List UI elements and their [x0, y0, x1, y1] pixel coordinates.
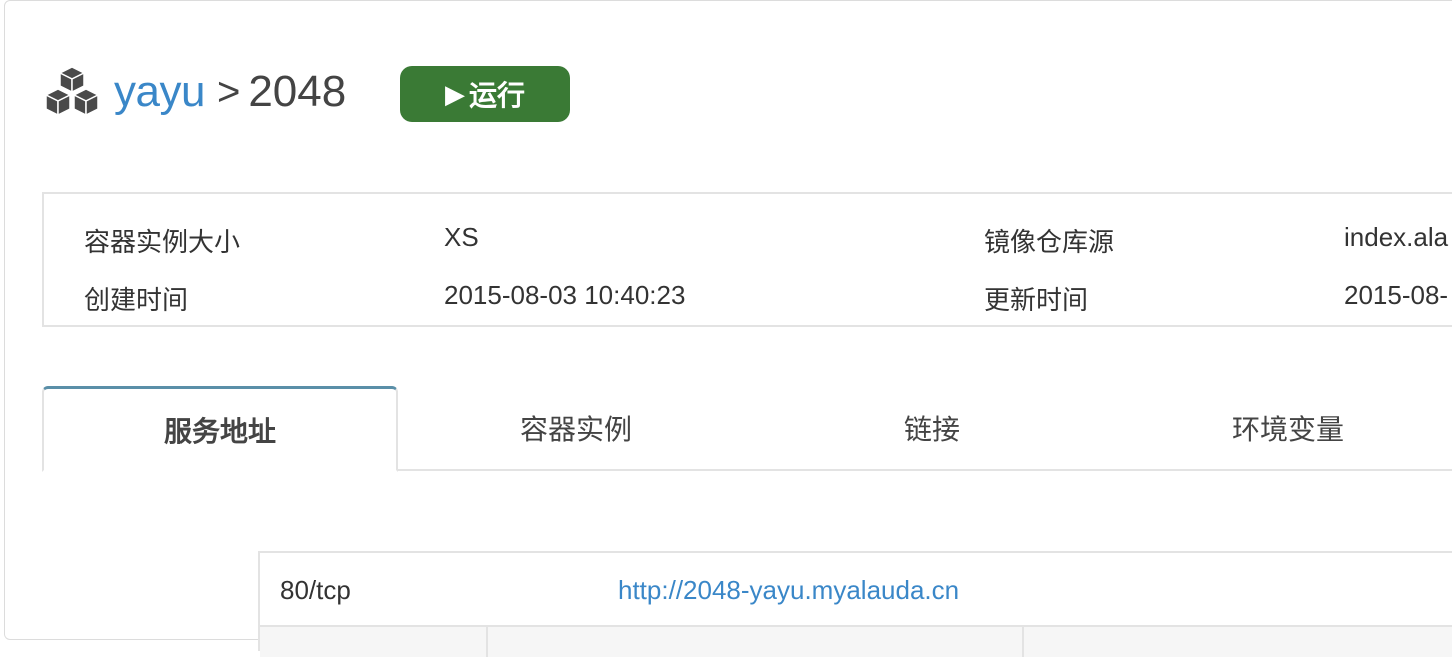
- tab-service-address[interactable]: 服务地址: [42, 386, 398, 472]
- info-value-created-time: 2015-08-03 10:40:23: [444, 280, 686, 310]
- tab-container-instances[interactable]: 容器实例: [398, 386, 754, 470]
- tab-label: 链接: [903, 414, 960, 445]
- endpoints-table: 80/tcp http://2048-yayu.myalauda.cn: [258, 551, 1452, 657]
- info-value-instance-size: XS: [444, 222, 479, 252]
- column-divider: [486, 627, 488, 657]
- column-divider: [1022, 627, 1024, 657]
- info-label-created-time: 创建时间: [84, 285, 189, 315]
- table-row: [260, 627, 1452, 657]
- cubes-icon: [45, 66, 99, 116]
- info-label-instance-size: 容器实例大小: [84, 227, 241, 257]
- breadcrumb-namespace-link[interactable]: yayu: [114, 67, 205, 117]
- page-title: 2048: [248, 67, 347, 116]
- tab-label: 环境变量: [1231, 414, 1344, 445]
- play-icon: ▶: [444, 78, 465, 109]
- breadcrumb: yayu > 2048: [42, 62, 346, 122]
- tab-label: 服务地址: [163, 415, 276, 447]
- info-value-updated-time: 2015-08-: [1344, 280, 1449, 310]
- tab-links[interactable]: 链接: [754, 386, 1110, 470]
- breadcrumb-separator: >: [216, 69, 241, 114]
- status-label: 运行: [468, 80, 525, 111]
- table-row: 80/tcp http://2048-yayu.myalauda.cn: [260, 553, 1452, 627]
- endpoint-url-link[interactable]: http://2048-yayu.myalauda.cn: [618, 575, 959, 606]
- info-label-updated-time: 更新时间: [984, 285, 1089, 315]
- status-running-button[interactable]: ▶ 运行: [400, 66, 570, 122]
- tab-label: 容器实例: [519, 414, 632, 445]
- info-label-image-source: 镜像仓库源: [984, 227, 1115, 257]
- tab-environment-variables[interactable]: 环境变量: [1110, 386, 1452, 470]
- service-info-panel: 容器实例大小 XS 镜像仓库源 index.ala 创建时间 2015-08-0…: [42, 192, 1452, 327]
- info-value-image-source: index.ala: [1344, 222, 1449, 252]
- endpoint-port: 80/tcp: [280, 575, 351, 605]
